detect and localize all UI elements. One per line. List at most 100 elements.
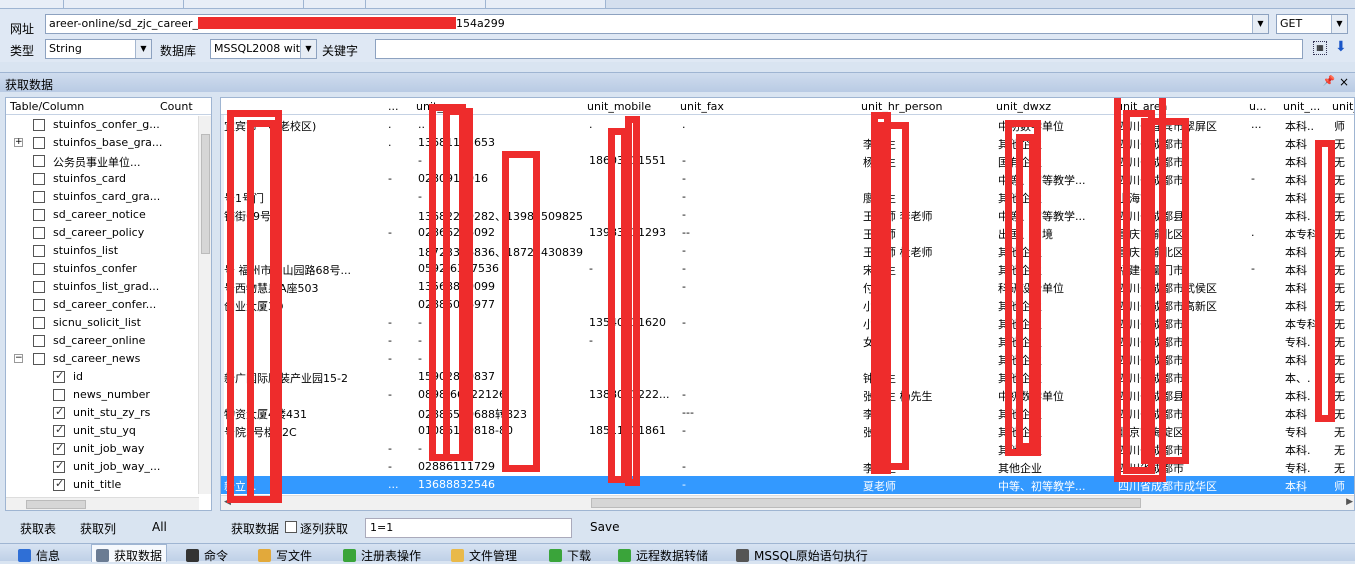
item-checkbox[interactable] [53, 423, 65, 437]
scroll-right-icon[interactable]: ▶ [1346, 497, 1353, 507]
tab-sql[interactable]: MSSQL原始语句执行 [736, 547, 868, 564]
col-header-table[interactable]: Table/Column [10, 100, 84, 113]
tree-vscroll[interactable] [198, 116, 211, 494]
item-checkbox[interactable] [33, 317, 45, 329]
filter-input[interactable]: 1=1 [365, 518, 572, 538]
get-column-button[interactable]: 获取列 [80, 520, 116, 537]
tab-folder[interactable]: 文件管理 [451, 547, 517, 564]
column-header[interactable]: u... [1249, 100, 1266, 113]
chevron-down-icon[interactable]: ▼ [300, 40, 316, 58]
item-checkbox[interactable] [53, 389, 65, 401]
item-checkbox[interactable] [33, 137, 45, 149]
item-checkbox[interactable] [53, 405, 65, 419]
column-header[interactable]: ... [388, 100, 399, 113]
table-cell: 无 [1334, 138, 1345, 151]
tab-info[interactable]: 信息 [18, 547, 60, 564]
tab-stub[interactable] [366, 0, 486, 8]
tree-item[interactable]: stuinfos_confer_g... [6, 116, 196, 134]
pin-icon[interactable]: 📌 [1323, 76, 1335, 87]
tab-download[interactable]: 下载 [549, 547, 591, 564]
tab-stub[interactable] [0, 0, 64, 8]
save-button[interactable]: Save [590, 520, 619, 534]
get-table-button[interactable]: 获取表 [20, 520, 56, 537]
item-checkbox[interactable] [33, 119, 45, 131]
column-header[interactable]: unit_fax [680, 100, 724, 113]
tree-hscroll[interactable] [6, 497, 199, 510]
tree-item[interactable]: sd_career_notice [6, 206, 196, 224]
item-checkbox[interactable] [33, 173, 45, 185]
item-checkbox[interactable] [33, 245, 45, 257]
tree-item[interactable]: sd_career_confer... [6, 296, 196, 314]
url-value-suffix: 154a299 [456, 17, 505, 30]
tree-item[interactable]: stuinfos_list [6, 242, 196, 260]
tab-stub[interactable] [486, 0, 606, 8]
tree-item-label: unit_title [73, 478, 122, 491]
col-header-count[interactable]: Count [160, 100, 193, 113]
tree-item[interactable]: unit_job_way [6, 440, 196, 458]
item-checkbox[interactable] [53, 477, 65, 491]
item-checkbox[interactable] [33, 281, 45, 293]
item-checkbox[interactable] [33, 353, 45, 365]
tree-item[interactable]: − sd_career_news [6, 350, 196, 368]
item-checkbox[interactable] [33, 263, 45, 275]
tree-item[interactable]: stuinfos_confer [6, 260, 196, 278]
item-checkbox[interactable] [53, 369, 65, 383]
tree-item[interactable]: id [6, 368, 196, 386]
column-header[interactable]: unit_... [1332, 100, 1354, 113]
tab-stub[interactable] [184, 0, 304, 8]
column-header[interactable]: unit_... [1283, 100, 1320, 113]
get-data-button[interactable]: 获取数据 [231, 520, 279, 537]
url-input[interactable]: areer-online/sd_zjc_career_ 154a299 ▼ [45, 14, 1269, 34]
tree-item[interactable]: unit_stu_yq [6, 422, 196, 440]
grid-icon[interactable]: ▦ [1313, 41, 1327, 55]
tab-stub[interactable] [304, 0, 366, 8]
tree-item[interactable]: stuinfos_card [6, 170, 196, 188]
tree-item[interactable]: stuinfos_card_gra... [6, 188, 196, 206]
keyword-input[interactable] [375, 39, 1303, 59]
collapse-icon[interactable]: − [14, 354, 23, 363]
tree-item[interactable]: unit_job_way_... [6, 458, 196, 476]
grid-hscroll[interactable]: ◀ ▶ [221, 495, 1354, 510]
tree-item[interactable]: sd_career_online [6, 332, 196, 350]
per-column-checkbox[interactable] [285, 521, 297, 533]
item-checkbox[interactable] [33, 191, 45, 203]
tab-write-file[interactable]: 写文件 [258, 547, 312, 564]
scroll-thumb[interactable] [591, 498, 1141, 508]
column-header[interactable]: unit_dwxz [996, 100, 1051, 113]
tab-terminal[interactable]: 命令 [186, 547, 228, 564]
tree-item[interactable]: unit_stu_zy_rs [6, 404, 196, 422]
close-icon[interactable]: × [1339, 75, 1349, 89]
tree-item[interactable]: 公务员事业单位... [6, 152, 196, 170]
scroll-thumb[interactable] [201, 134, 210, 254]
chevron-down-icon[interactable]: ▼ [1252, 15, 1268, 33]
arrow-down-icon[interactable]: ⬇ [1335, 39, 1347, 55]
tab-globe[interactable]: 远程数据转储 [618, 547, 708, 564]
column-header[interactable]: unit_mobile [587, 100, 651, 113]
item-checkbox[interactable] [33, 155, 45, 167]
tab-stub[interactable] [64, 0, 184, 8]
chevron-down-icon[interactable]: ▼ [1331, 15, 1347, 33]
table-cell: 无 [1334, 264, 1345, 277]
all-button[interactable]: All [152, 520, 167, 534]
tab-registry[interactable]: 注册表操作 [343, 547, 421, 564]
item-checkbox[interactable] [53, 441, 65, 455]
database-select[interactable]: MSSQL2008 with l ▼ [210, 39, 317, 59]
tree-item[interactable]: news_number [6, 386, 196, 404]
tree-item[interactable]: stuinfos_list_grad... [6, 278, 196, 296]
tree-item[interactable]: sd_career_policy [6, 224, 196, 242]
tree-item[interactable]: sicnu_solicit_list [6, 314, 196, 332]
type-select[interactable]: String ▼ [45, 39, 152, 59]
item-checkbox[interactable] [53, 459, 65, 473]
chevron-down-icon[interactable]: ▼ [135, 40, 151, 58]
tree-item[interactable]: unit_title [6, 476, 196, 494]
tab-database[interactable]: 获取数据 [91, 544, 168, 563]
item-checkbox[interactable] [33, 335, 45, 347]
method-select[interactable]: GET ▼ [1276, 14, 1348, 34]
tree-item[interactable]: + stuinfos_base_gra... [6, 134, 196, 152]
expand-icon[interactable]: + [14, 138, 23, 147]
item-checkbox[interactable] [33, 227, 45, 239]
table-row[interactable]: 新立...... 13688832546- 夏老师 中等、初等教学... 四川省成都市成… [221, 476, 1354, 494]
item-checkbox[interactable] [33, 209, 45, 221]
item-checkbox[interactable] [33, 299, 45, 311]
scroll-thumb[interactable] [26, 500, 86, 509]
